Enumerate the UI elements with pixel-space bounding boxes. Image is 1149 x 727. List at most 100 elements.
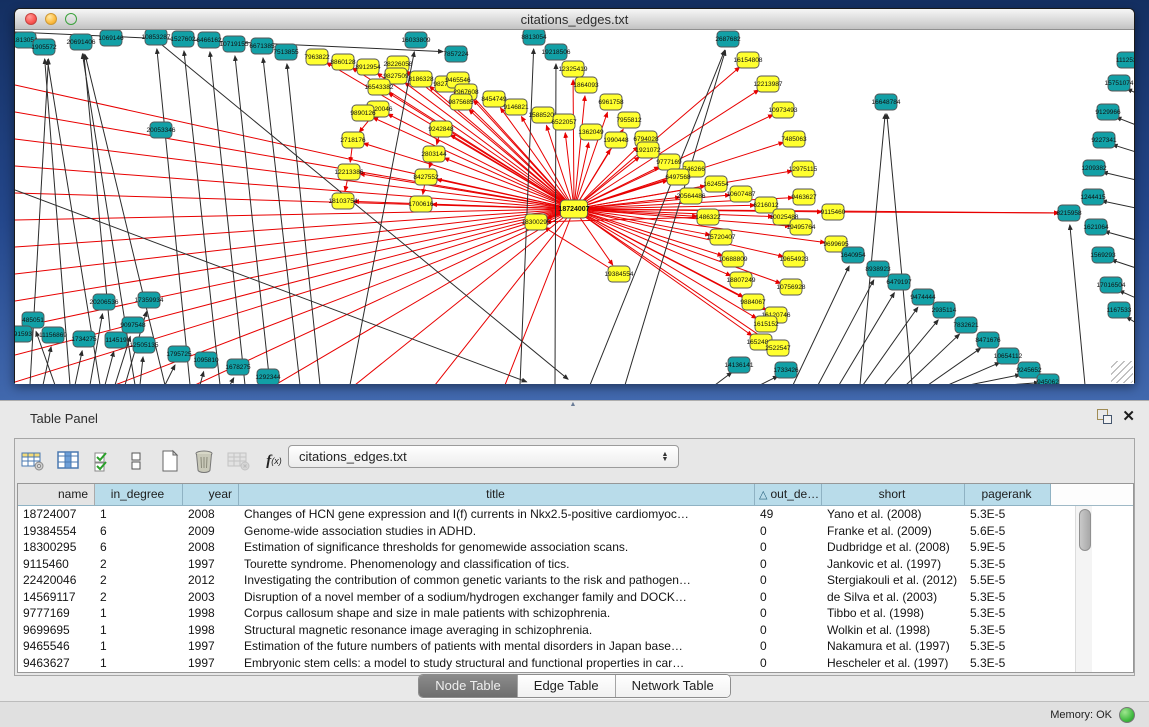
table-cell[interactable]: 18724007 bbox=[18, 506, 95, 523]
tab-edge-table[interactable]: Edge Table bbox=[518, 675, 616, 697]
table-row[interactable]: 1872400712008Changes of HCN gene express… bbox=[18, 506, 1133, 523]
column-header-year[interactable]: year bbox=[183, 484, 239, 506]
table-cell[interactable]: 14569117 bbox=[18, 589, 95, 606]
table-cell[interactable]: 1997 bbox=[183, 655, 239, 672]
table-cell[interactable]: Investigating the contribution of common… bbox=[239, 572, 755, 589]
table-cell[interactable]: 2 bbox=[95, 572, 183, 589]
table-cell[interactable]: 0 bbox=[755, 655, 822, 672]
column-header-in_degree[interactable]: in_degree bbox=[95, 484, 183, 506]
table-cell[interactable]: Yano et al. (2008) bbox=[822, 506, 965, 523]
table-cell[interactable]: 19384554 bbox=[18, 523, 95, 540]
table-cell[interactable]: de Silva et al. (2003) bbox=[822, 589, 965, 606]
tab-node-table[interactable]: Node Table bbox=[419, 675, 518, 697]
column-visibility-icon[interactable] bbox=[57, 448, 79, 474]
table-cell[interactable]: 1 bbox=[95, 638, 183, 655]
table-cell[interactable]: 1 bbox=[95, 655, 183, 672]
table-cell[interactable]: Embryonic stem cells: a model to study s… bbox=[239, 655, 755, 672]
table-cell[interactable]: Tourette syndrome. Phenomenology and cla… bbox=[239, 556, 755, 573]
table-cell[interactable]: 6 bbox=[95, 539, 183, 556]
table-cell[interactable]: 1 bbox=[95, 622, 183, 639]
column-header-pagerank[interactable]: pagerank bbox=[965, 484, 1051, 506]
table-cell[interactable]: 1 bbox=[95, 605, 183, 622]
table-cell[interactable]: 6 bbox=[95, 523, 183, 540]
table-cell[interactable]: 5.3E-5 bbox=[965, 506, 1051, 523]
table-row[interactable]: 1456911722003Disruption of a novel membe… bbox=[18, 589, 1133, 606]
table-cell[interactable]: 2 bbox=[95, 556, 183, 573]
table-cell[interactable]: 2 bbox=[95, 589, 183, 606]
row-selection-icon[interactable] bbox=[91, 448, 113, 474]
table-cell[interactable]: 5.9E-5 bbox=[965, 539, 1051, 556]
table-row[interactable]: 969969511998Structural magnetic resonanc… bbox=[18, 622, 1133, 639]
close-panel-icon[interactable]: ✕ bbox=[1122, 409, 1135, 424]
table-row[interactable]: 946554611997Estimation of the future num… bbox=[18, 638, 1133, 655]
table-cell[interactable]: 9777169 bbox=[18, 605, 95, 622]
float-panel-icon[interactable] bbox=[1097, 409, 1112, 424]
column-header-name[interactable]: name bbox=[18, 484, 95, 506]
table-cell[interactable]: 49 bbox=[755, 506, 822, 523]
tab-network-table[interactable]: Network Table bbox=[616, 675, 730, 697]
table-cell[interactable]: 2009 bbox=[183, 523, 239, 540]
table-cell[interactable]: 5.6E-5 bbox=[965, 523, 1051, 540]
table-cell[interactable]: 0 bbox=[755, 556, 822, 573]
table-cell[interactable]: 5.5E-5 bbox=[965, 572, 1051, 589]
table-cell[interactable]: 5.3E-5 bbox=[965, 605, 1051, 622]
table-row[interactable]: 911546021997Tourette syndrome. Phenomeno… bbox=[18, 556, 1133, 573]
table-cell[interactable]: 0 bbox=[755, 572, 822, 589]
table-settings-icon[interactable] bbox=[21, 448, 45, 474]
table-cell[interactable]: 0 bbox=[755, 605, 822, 622]
table-cell[interactable]: Structural magnetic resonance image aver… bbox=[239, 622, 755, 639]
window-resize-grip[interactable] bbox=[1111, 361, 1133, 383]
network-window-titlebar[interactable]: citations_edges.txt bbox=[15, 9, 1134, 30]
table-cell[interactable]: 0 bbox=[755, 589, 822, 606]
table-cell[interactable]: Estimation of significance thresholds fo… bbox=[239, 539, 755, 556]
table-cell[interactable]: Disruption of a novel member of a sodium… bbox=[239, 589, 755, 606]
column-header-title[interactable]: title bbox=[239, 484, 755, 506]
table-cell[interactable]: 2008 bbox=[183, 539, 239, 556]
table-cell[interactable]: 1998 bbox=[183, 622, 239, 639]
citation-graph[interactable]: 7963822886012889129542822605898275091654… bbox=[15, 30, 1134, 384]
memory-indicator[interactable]: Memory: OK bbox=[1050, 707, 1135, 723]
column-header-short[interactable]: short bbox=[822, 484, 965, 506]
table-cell[interactable]: 1997 bbox=[183, 556, 239, 573]
panel-splitter-handle[interactable]: ▲ bbox=[565, 402, 581, 408]
table-cell[interactable]: Franke et al. (2009) bbox=[822, 523, 965, 540]
scrollbar-thumb[interactable] bbox=[1079, 509, 1091, 551]
table-cell[interactable]: 1998 bbox=[183, 605, 239, 622]
delete-rows-icon[interactable] bbox=[193, 448, 215, 474]
table-cell[interactable]: 2008 bbox=[183, 506, 239, 523]
table-cell[interactable]: 1997 bbox=[183, 638, 239, 655]
table-row[interactable]: 946362711997Embryonic stem cells: a mode… bbox=[18, 655, 1133, 672]
network-canvas[interactable]: 7963822886012889129542822605898275091654… bbox=[15, 30, 1134, 384]
table-row[interactable]: 2242004622012Investigating the contribut… bbox=[18, 572, 1133, 589]
table-cell[interactable]: Changes of HCN gene expression and I(f) … bbox=[239, 506, 755, 523]
table-vertical-scrollbar[interactable] bbox=[1075, 506, 1092, 672]
table-cell[interactable]: 2003 bbox=[183, 589, 239, 606]
table-cell[interactable]: Stergiakouli et al. (2012) bbox=[822, 572, 965, 589]
table-row[interactable]: 1938455462009Genome-wide association stu… bbox=[18, 523, 1133, 540]
table-row[interactable]: 1830029562008Estimation of significance … bbox=[18, 539, 1133, 556]
table-selector[interactable]: citations_edges.txt ▲▼ bbox=[288, 445, 679, 468]
table-cell[interactable]: 9463627 bbox=[18, 655, 95, 672]
table-row[interactable]: 977716911998Corpus callosum shape and si… bbox=[18, 605, 1133, 622]
table-cell[interactable]: Corpus callosum shape and size in male p… bbox=[239, 605, 755, 622]
table-cell[interactable]: 18300295 bbox=[18, 539, 95, 556]
table-cell[interactable]: 22420046 bbox=[18, 572, 95, 589]
table-cell[interactable]: Nakamura et al. (1997) bbox=[822, 638, 965, 655]
delete-table-icon[interactable] bbox=[227, 448, 251, 474]
rows-icon[interactable] bbox=[125, 448, 147, 474]
table-cell[interactable]: Tibbo et al. (1998) bbox=[822, 605, 965, 622]
table-cell[interactable]: Dudbridge et al. (2008) bbox=[822, 539, 965, 556]
table-cell[interactable]: 5.3E-5 bbox=[965, 589, 1051, 606]
table-cell[interactable]: 0 bbox=[755, 638, 822, 655]
column-header-out_de[interactable]: △out_de… bbox=[755, 484, 822, 506]
new-table-icon[interactable] bbox=[159, 448, 181, 474]
table-cell[interactable]: 9699695 bbox=[18, 622, 95, 639]
table-cell[interactable]: 0 bbox=[755, 622, 822, 639]
table-cell[interactable]: Wolkin et al. (1998) bbox=[822, 622, 965, 639]
table-cell[interactable]: 1 bbox=[95, 506, 183, 523]
table-cell[interactable]: Genome-wide association studies in ADHD. bbox=[239, 523, 755, 540]
table-cell[interactable]: Estimation of the future numbers of pati… bbox=[239, 638, 755, 655]
table-cell[interactable]: 5.3E-5 bbox=[965, 556, 1051, 573]
table-cell[interactable]: 5.3E-5 bbox=[965, 622, 1051, 639]
function-builder-icon[interactable]: f(x) bbox=[263, 448, 285, 474]
